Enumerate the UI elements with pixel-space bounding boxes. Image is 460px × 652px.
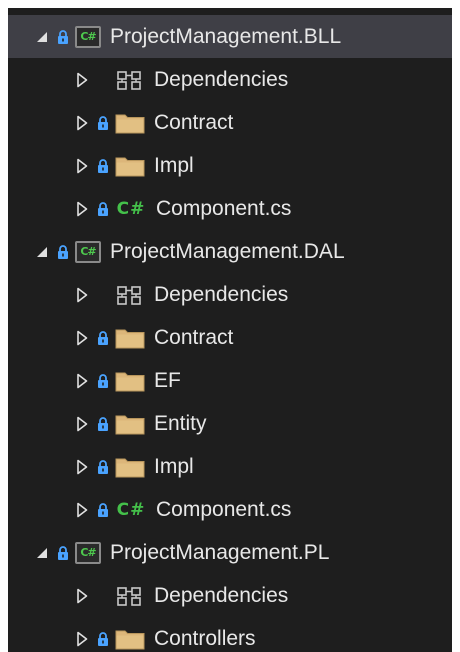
collapsed-chevron-icon[interactable] bbox=[75, 71, 89, 89]
lock-icon bbox=[95, 415, 111, 433]
tree-item-row[interactable]: Entity bbox=[8, 402, 452, 445]
tree-item-row[interactable]: Dependencies bbox=[8, 574, 452, 617]
tree-item-label: Dependencies bbox=[154, 67, 289, 91]
tree-item-row[interactable]: Controllers bbox=[8, 617, 452, 652]
collapsed-chevron-icon[interactable] bbox=[75, 458, 89, 476]
folder-icon bbox=[115, 112, 145, 134]
csharp-project-icon: C# bbox=[75, 240, 101, 263]
tree-item-row[interactable]: C# Component.cs bbox=[8, 488, 452, 531]
folder-icon bbox=[115, 370, 145, 392]
collapsed-chevron-icon[interactable] bbox=[75, 630, 89, 648]
tree-item-label: ProjectManagement.BLL bbox=[110, 24, 342, 48]
tree-item-label: Component.cs bbox=[156, 497, 292, 521]
tree-item-label: Component.cs bbox=[156, 196, 292, 220]
solution-explorer-panel: C# ProjectManagement.BLL Dependencies Contr… bbox=[8, 8, 452, 652]
dependencies-icon bbox=[115, 69, 145, 91]
tree-item-label: Dependencies bbox=[154, 583, 289, 607]
collapsed-chevron-icon[interactable] bbox=[75, 501, 89, 519]
csharp-project-icon: C# bbox=[75, 25, 101, 48]
tree-item-row[interactable]: Impl bbox=[8, 445, 452, 488]
tree-item-label: Controllers bbox=[154, 626, 256, 650]
collapsed-chevron-icon[interactable] bbox=[75, 157, 89, 175]
csharp-file-icon: C# bbox=[115, 499, 147, 521]
csharp-file-icon: C# bbox=[115, 198, 147, 220]
tree-project-row[interactable]: C# ProjectManagement.PL bbox=[8, 531, 452, 574]
expanded-chevron-icon[interactable] bbox=[35, 28, 49, 46]
tree-item-row[interactable]: Impl bbox=[8, 144, 452, 187]
tree-item-label: Impl bbox=[154, 454, 194, 478]
csharp-badge: C# bbox=[75, 25, 101, 48]
tree-item-row[interactable]: Contract bbox=[8, 316, 452, 359]
tree-item-label: Impl bbox=[154, 153, 194, 177]
collapsed-chevron-icon[interactable] bbox=[75, 200, 89, 218]
folder-icon bbox=[115, 413, 145, 435]
dependencies-icon bbox=[115, 284, 145, 306]
collapsed-chevron-icon[interactable] bbox=[75, 415, 89, 433]
tree-item-row[interactable]: C# Component.cs bbox=[8, 187, 452, 230]
tree-item-label: ProjectManagement.DAL bbox=[110, 239, 345, 263]
tree-item-row[interactable]: EF bbox=[8, 359, 452, 402]
lock-icon bbox=[95, 458, 111, 476]
collapsed-chevron-icon[interactable] bbox=[75, 329, 89, 347]
tree-item-row[interactable]: Dependencies bbox=[8, 273, 452, 316]
tree-item-label: Dependencies bbox=[154, 282, 289, 306]
csharp-file-glyph: C# bbox=[116, 499, 146, 520]
tree-item-row[interactable]: Dependencies bbox=[8, 58, 452, 101]
collapsed-chevron-icon[interactable] bbox=[75, 114, 89, 132]
csharp-file-glyph: C# bbox=[116, 198, 146, 219]
lock-icon bbox=[95, 501, 111, 519]
icon-spacer bbox=[95, 286, 111, 304]
tree-item-label: EF bbox=[154, 368, 181, 392]
lock-icon bbox=[55, 544, 71, 562]
csharp-project-icon: C# bbox=[75, 541, 101, 564]
lock-icon bbox=[95, 630, 111, 648]
lock-icon bbox=[55, 243, 71, 261]
lock-icon bbox=[55, 28, 71, 46]
tree-project-row[interactable]: C# ProjectManagement.BLL bbox=[8, 15, 452, 58]
tree-item-label: Contract bbox=[154, 110, 234, 134]
collapsed-chevron-icon[interactable] bbox=[75, 372, 89, 390]
folder-icon bbox=[115, 327, 145, 349]
folder-icon bbox=[115, 628, 145, 650]
solution-tree: C# ProjectManagement.BLL Dependencies Contr… bbox=[8, 15, 452, 652]
lock-icon bbox=[95, 372, 111, 390]
lock-icon bbox=[95, 329, 111, 347]
folder-icon bbox=[115, 456, 145, 478]
tree-project-row[interactable]: C# ProjectManagement.DAL bbox=[8, 230, 452, 273]
lock-icon bbox=[95, 200, 111, 218]
icon-spacer bbox=[95, 587, 111, 605]
expanded-chevron-icon[interactable] bbox=[35, 243, 49, 261]
tree-item-label: ProjectManagement.PL bbox=[110, 540, 330, 564]
collapsed-chevron-icon[interactable] bbox=[75, 286, 89, 304]
collapsed-chevron-icon[interactable] bbox=[75, 587, 89, 605]
icon-spacer bbox=[95, 71, 111, 89]
folder-icon bbox=[115, 155, 145, 177]
lock-icon bbox=[95, 114, 111, 132]
csharp-badge: C# bbox=[75, 541, 101, 564]
tree-item-label: Contract bbox=[154, 325, 234, 349]
csharp-badge: C# bbox=[75, 240, 101, 263]
lock-icon bbox=[95, 157, 111, 175]
dependencies-icon bbox=[115, 585, 145, 607]
tree-item-row[interactable]: Contract bbox=[8, 101, 452, 144]
tree-item-label: Entity bbox=[154, 411, 207, 435]
expanded-chevron-icon[interactable] bbox=[35, 544, 49, 562]
